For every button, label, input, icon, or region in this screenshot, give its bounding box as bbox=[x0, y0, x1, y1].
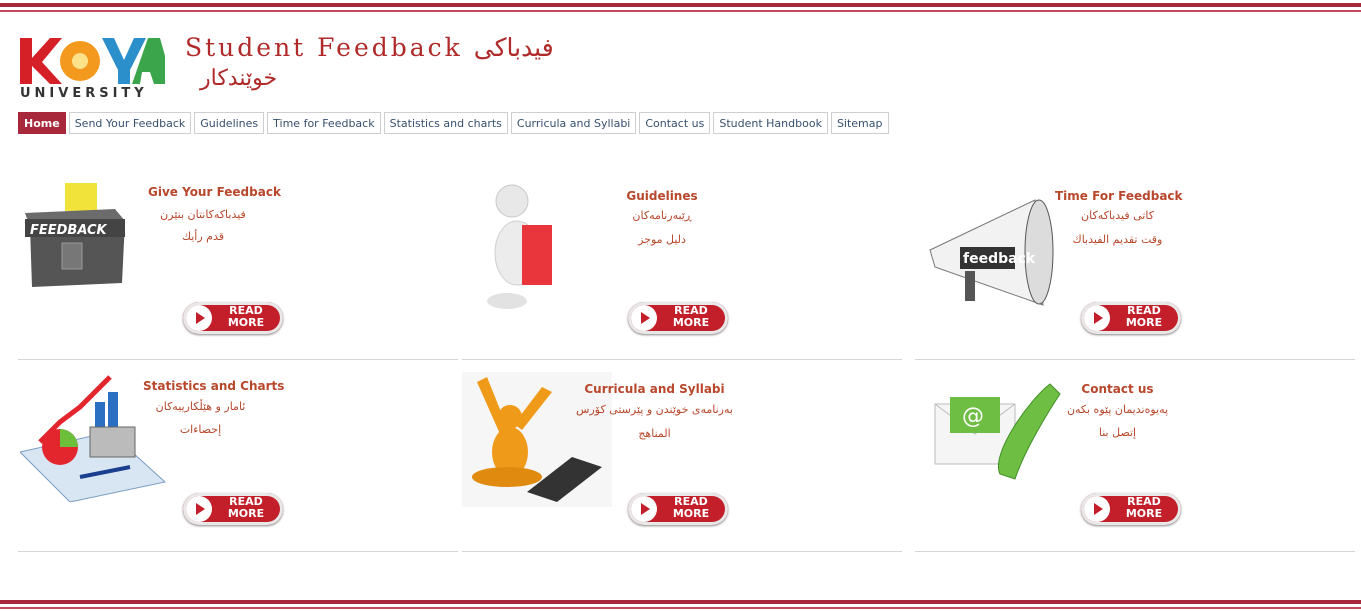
read-more-label: READ MORE bbox=[1125, 495, 1163, 520]
card-divider bbox=[915, 551, 1355, 552]
card-kurdish-text: پەیوەندیمان پێوە بکەن bbox=[1066, 403, 1169, 416]
svg-text:feedback: feedback bbox=[963, 251, 1036, 267]
main-nav: Home Send Your Feedback Guidelines Time … bbox=[18, 112, 889, 134]
card-kurdish-text: ئامار و هێڵکارییەکان bbox=[155, 400, 246, 413]
nav-send-feedback[interactable]: Send Your Feedback bbox=[68, 112, 192, 134]
play-icon bbox=[186, 496, 212, 522]
read-more-button[interactable]: READ MORE bbox=[183, 493, 283, 525]
card-title: Curricula and Syllabi bbox=[584, 382, 725, 396]
card-divider bbox=[462, 359, 902, 360]
card-arabic-text: وقت تقديم الفيدباك bbox=[1072, 233, 1163, 246]
card-arabic-text: إحصاءات bbox=[179, 423, 222, 436]
read-more-button[interactable]: READ MORE bbox=[183, 302, 283, 334]
nav-handbook[interactable]: Student Handbook bbox=[713, 112, 828, 134]
top-border bbox=[0, 0, 1361, 12]
card-arabic-text: دليل موجز bbox=[638, 233, 686, 246]
bottom-border bbox=[0, 598, 1361, 610]
card-title: Contact us bbox=[1081, 382, 1154, 396]
nav-home[interactable]: Home bbox=[18, 112, 66, 134]
read-more-button[interactable]: READ MORE bbox=[1081, 302, 1181, 334]
play-icon bbox=[1084, 496, 1110, 522]
nav-guidelines[interactable]: Guidelines bbox=[194, 112, 265, 134]
card-give-feedback: FEEDBACK Give Your Feedback فیدباکەکانتا… bbox=[18, 175, 458, 360]
card-kurdish-text: بەرنامەی خوێندن و پێرستی کۆرس bbox=[576, 403, 733, 416]
read-more-button[interactable]: READ MORE bbox=[628, 493, 728, 525]
card-kurdish-text: کاتی فیدباکەکان bbox=[1081, 209, 1154, 222]
card-divider bbox=[18, 359, 458, 360]
play-icon bbox=[631, 496, 657, 522]
logo-wordmark: UNIVERSITY bbox=[20, 86, 148, 101]
card-arabic-text: إتصل بنا bbox=[1098, 426, 1137, 439]
card-title: Time For Feedback bbox=[1055, 189, 1183, 203]
megaphone-icon: feedback bbox=[929, 199, 1054, 306]
card-divider bbox=[18, 551, 458, 552]
nav-contact[interactable]: Contact us bbox=[639, 112, 711, 134]
envelope-phone-icon: @ bbox=[934, 383, 1061, 480]
card-arabic-text: قدم رأيك bbox=[181, 230, 225, 243]
card-contact: @ Contact us پەیوەندیمان پێوە بکەن إتصل … bbox=[915, 367, 1355, 552]
card-time-for-feedback: feedback Time For Feedback کاتی فیدباکەک… bbox=[915, 175, 1355, 360]
nav-time-for-feedback[interactable]: Time for Feedback bbox=[267, 112, 381, 134]
play-icon bbox=[1084, 305, 1110, 331]
feedback-box-icon: FEEDBACK bbox=[25, 183, 125, 287]
card-guidelines: Guidelines ڕێبەرنامەکان دليل موجز READ M… bbox=[462, 175, 902, 360]
read-more-label: READ MORE bbox=[672, 495, 710, 520]
nav-curricula[interactable]: Curricula and Syllabi bbox=[510, 112, 637, 134]
card-title: Statistics and Charts bbox=[143, 379, 285, 393]
card-title: Give Your Feedback bbox=[148, 185, 281, 199]
koya-logo[interactable]: UNIVERSITY bbox=[20, 36, 165, 102]
card-arabic-text: المناهج bbox=[638, 427, 671, 440]
read-more-label: READ MORE bbox=[227, 304, 265, 329]
read-more-button[interactable]: READ MORE bbox=[628, 302, 728, 334]
site-title: Student Feedback فیدباکی bbox=[185, 33, 554, 62]
read-more-label: READ MORE bbox=[672, 304, 710, 329]
nav-sitemap[interactable]: Sitemap bbox=[830, 112, 889, 134]
read-more-label: READ MORE bbox=[1125, 304, 1163, 329]
play-icon bbox=[631, 305, 657, 331]
card-divider bbox=[915, 359, 1355, 360]
read-more-label: READ MORE bbox=[227, 495, 265, 520]
nav-statistics[interactable]: Statistics and charts bbox=[383, 112, 508, 134]
card-divider bbox=[462, 551, 902, 552]
card-kurdish-text: ڕێبەرنامەکان bbox=[632, 209, 692, 222]
card-curricula: Curricula and Syllabi بەرنامەی خوێندن و … bbox=[462, 367, 902, 552]
play-icon bbox=[186, 305, 212, 331]
card-kurdish-text: فیدباکەکانتان بنێرن bbox=[160, 208, 246, 221]
svg-text:@: @ bbox=[962, 404, 984, 429]
read-more-button[interactable]: READ MORE bbox=[1081, 493, 1181, 525]
person-with-sign-icon bbox=[487, 184, 552, 309]
card-statistics: Statistics and Charts ئامار و هێڵکارییەک… bbox=[18, 367, 458, 552]
site-title-kurdish: خوێندکار bbox=[200, 66, 278, 91]
svg-text:FEEDBACK: FEEDBACK bbox=[30, 223, 108, 238]
card-title: Guidelines bbox=[626, 189, 698, 203]
